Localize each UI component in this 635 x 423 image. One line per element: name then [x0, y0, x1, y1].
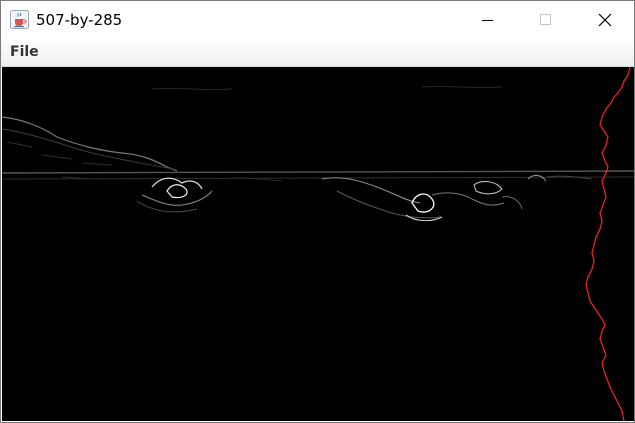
window-title: 507-by-285: [36, 11, 123, 29]
close-button[interactable]: [576, 1, 634, 38]
minimize-icon: [482, 19, 493, 21]
application-window: 507-by-285 File: [0, 0, 635, 423]
title-bar[interactable]: 507-by-285: [1, 1, 634, 38]
menu-bar: File: [1, 38, 634, 67]
edge-detection-image: [2, 67, 634, 421]
java-coffee-icon: [10, 10, 29, 29]
minimize-button[interactable]: [459, 1, 517, 38]
maximize-button[interactable]: [517, 1, 575, 38]
maximize-icon: [540, 13, 551, 25]
menu-file[interactable]: File: [9, 43, 40, 61]
close-icon: [598, 13, 612, 26]
image-canvas: [2, 67, 634, 421]
